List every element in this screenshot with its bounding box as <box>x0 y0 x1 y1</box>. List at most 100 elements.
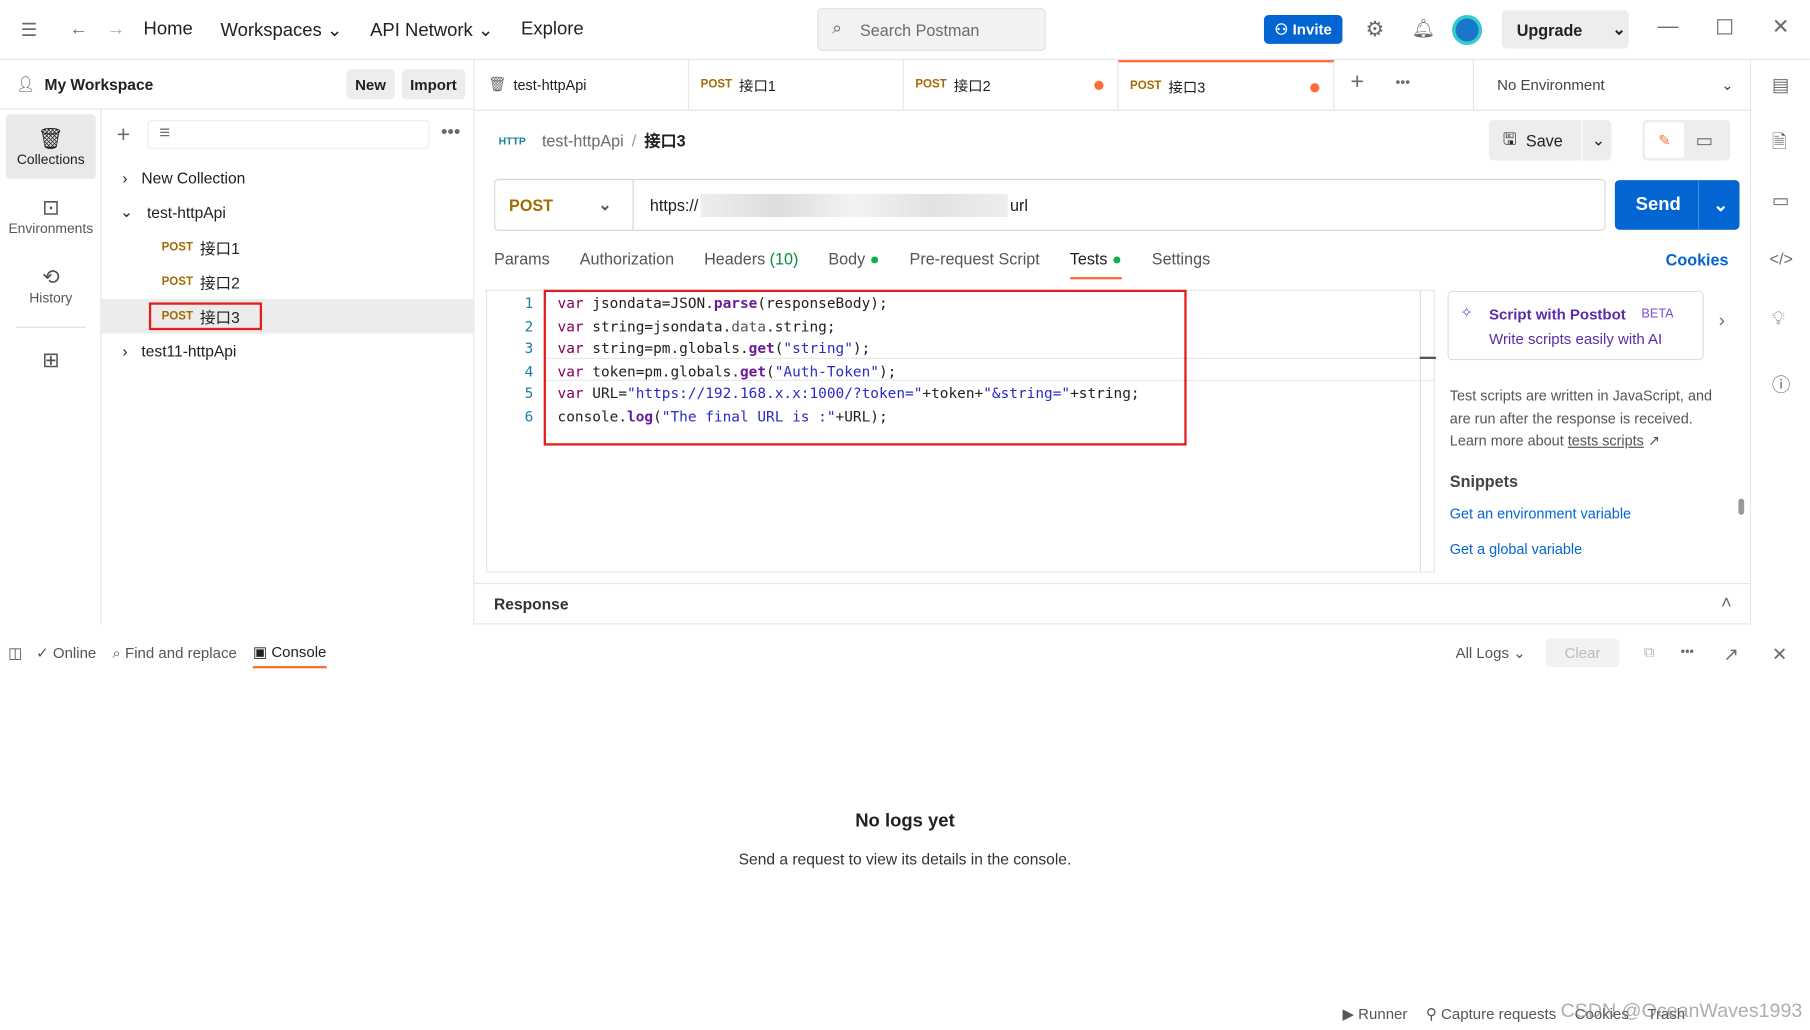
comments-icon[interactable]: ▭ <box>1772 189 1789 212</box>
tab-params[interactable]: Params <box>494 249 550 279</box>
rail-configure[interactable]: ⊞ <box>6 337 96 383</box>
tab-headers[interactable]: Headers (10) <box>704 249 798 279</box>
console-tab[interactable]: ▣ Console <box>252 638 327 669</box>
tab-collection[interactable]: 🗑︎ test-httpApi <box>474 60 690 110</box>
chevron-down-icon[interactable]: ⌄ <box>1581 120 1614 161</box>
explore-link[interactable]: Explore <box>521 19 584 40</box>
tree-request[interactable]: POST 接口1 <box>102 230 474 265</box>
capture-button[interactable]: ⚲ Capture requests <box>1426 1005 1556 1023</box>
scrollbar[interactable] <box>1419 356 1436 359</box>
find-replace-button[interactable]: ⌕ Find and replace <box>112 644 236 662</box>
rail-environments[interactable]: ⊡ Environments <box>6 184 96 249</box>
all-logs-select[interactable]: All Logs ⌄ <box>1456 644 1526 662</box>
copy-icon[interactable]: ⧉ <box>1644 643 1655 661</box>
menu-icon[interactable]: ☰ <box>21 18 38 41</box>
cookies-link[interactable]: Cookies <box>1666 250 1729 268</box>
tree-request[interactable]: POST 接口2 <box>102 264 474 299</box>
rail-collections[interactable]: 🗑︎ Collections <box>5 114 96 179</box>
comment-icon[interactable]: ▭ <box>1696 129 1713 152</box>
tab-settings[interactable]: Settings <box>1152 249 1210 279</box>
sidebar-rail: 🗑︎ Collections ⊡ Environments ⟲ History ⊞ <box>0 109 102 625</box>
chevron-right-icon[interactable]: › <box>1719 312 1725 333</box>
save-button[interactable]: 🖫 Save ⌄ <box>1489 120 1614 161</box>
console-icon: ▣ <box>252 642 268 661</box>
tree-request-active[interactable]: POST 接口3 <box>101 298 474 334</box>
tab-request[interactable]: POST 接口1 <box>689 60 904 110</box>
send-button[interactable]: Send ⌄ <box>1614 180 1742 230</box>
snippet-item[interactable]: Get a global variable <box>1450 541 1582 557</box>
close-icon[interactable]: ✕ <box>1772 643 1787 666</box>
breadcrumb-current[interactable]: 接口3 <box>644 129 685 152</box>
rail-label: History <box>29 289 73 306</box>
online-status[interactable]: ✓ Online <box>36 644 96 662</box>
line-numbers: 1 2 3 4 5 6 <box>487 292 534 428</box>
environment-select[interactable]: No Environment ⌄ <box>1472 60 1750 110</box>
invite-button[interactable]: ⚇ Invite <box>1263 15 1343 44</box>
tab-request-active[interactable]: POST 接口3 <box>1118 60 1335 110</box>
home-link[interactable]: Home <box>144 19 193 40</box>
tab-label: test-httpApi <box>513 76 587 93</box>
more-icon[interactable]: ••• <box>1681 645 1694 659</box>
tab-body[interactable]: Body ● <box>828 249 879 279</box>
tree-new-collection[interactable]: › New Collection <box>102 160 474 195</box>
new-tab-icon[interactable]: + <box>1351 69 1364 96</box>
minimize-icon[interactable]: — <box>1658 14 1679 38</box>
rail-label: Environments <box>8 219 94 237</box>
help-learn: Learn more about <box>1449 432 1568 450</box>
tab-tests[interactable]: Tests ● <box>1069 249 1122 280</box>
back-icon[interactable]: ← <box>70 19 88 40</box>
avatar[interactable] <box>1452 15 1483 46</box>
maximize-icon[interactable]: ☐ <box>1715 16 1734 40</box>
info-icon[interactable]: ⓘ <box>1772 369 1790 397</box>
more-icon[interactable]: ••• <box>441 122 460 143</box>
plus-icon[interactable]: + <box>117 122 130 149</box>
clear-button[interactable]: Clear <box>1545 638 1620 668</box>
tab-authorization[interactable]: Authorization <box>580 249 674 279</box>
search-input[interactable]: ⌕ Search Postman <box>817 8 1046 51</box>
code-icon[interactable]: </> <box>1770 249 1793 267</box>
tab-prerequest[interactable]: Pre-request Script <box>910 249 1040 279</box>
tree-collection[interactable]: ⌄ test-httpApi <box>102 195 474 230</box>
gear-icon[interactable]: ⚙ <box>1366 17 1385 41</box>
bell-icon[interactable]: 🔔︎ <box>1412 17 1435 40</box>
popout-icon[interactable]: ↗ <box>1723 643 1738 666</box>
postbot-title: Script with Postbot <box>1489 305 1626 324</box>
postbot-subtitle: Write scripts easily with AI <box>1489 330 1663 348</box>
chevron-up-icon[interactable]: ˄ <box>1721 593 1732 614</box>
breadcrumb-parent[interactable]: test-httpApi <box>542 132 624 150</box>
runner-button[interactable]: ▶ Runner <box>1342 1005 1407 1023</box>
close-icon[interactable]: ✕ <box>1772 15 1789 39</box>
capture-label: Capture requests <box>1441 1005 1557 1023</box>
import-button[interactable]: Import <box>401 69 466 100</box>
filter-input[interactable] <box>147 120 430 149</box>
tests-scripts-link[interactable]: tests scripts <box>1568 433 1644 449</box>
snippet-item[interactable]: Get an environment variable <box>1450 506 1631 522</box>
tab-request[interactable]: POST 接口2 <box>904 60 1119 110</box>
lightbulb-icon[interactable]: 💡︎ <box>1772 309 1785 330</box>
empty-title: No logs yet <box>855 811 955 832</box>
postbot-card[interactable]: ✧ Script with Postbot BETA Write scripts… <box>1447 290 1704 361</box>
rail-history[interactable]: ⟲ History <box>6 253 96 318</box>
divider <box>474 109 1750 111</box>
highlight-box <box>148 302 263 331</box>
api-network-menu[interactable]: API Network ⌄ <box>370 18 493 41</box>
method-select[interactable]: POST ⌄ <box>495 180 634 230</box>
tree-collection[interactable]: › test11-httpApi <box>102 334 474 369</box>
edit-icon[interactable]: ✎ <box>1644 122 1685 159</box>
search-icon: ⌕ <box>112 644 121 662</box>
save-icon: 🖫 <box>1502 128 1517 148</box>
url-input[interactable]: https:// url <box>634 193 1028 217</box>
documentation-icon[interactable]: 🗎︎ <box>1772 129 1787 160</box>
more-icon[interactable]: ••• <box>1396 74 1411 90</box>
chevron-down-icon[interactable]: ⌄ <box>1697 180 1742 230</box>
upgrade-button[interactable]: Upgrade ⌄ <box>1501 10 1629 49</box>
forward-icon[interactable]: → <box>107 19 125 40</box>
new-button[interactable]: New <box>346 69 395 100</box>
sidebar-toggle-icon[interactable]: ◫ <box>8 644 22 662</box>
workspaces-menu[interactable]: Workspaces ⌄ <box>221 18 343 41</box>
response-pane[interactable]: Response ˄ <box>474 582 1750 625</box>
empty-subtitle: Send a request to view its details in th… <box>738 850 1072 869</box>
tab-label: 接口1 <box>739 78 776 95</box>
scrollbar[interactable] <box>1738 498 1745 515</box>
environment-quicklook-icon[interactable]: ▤ <box>1772 74 1789 97</box>
